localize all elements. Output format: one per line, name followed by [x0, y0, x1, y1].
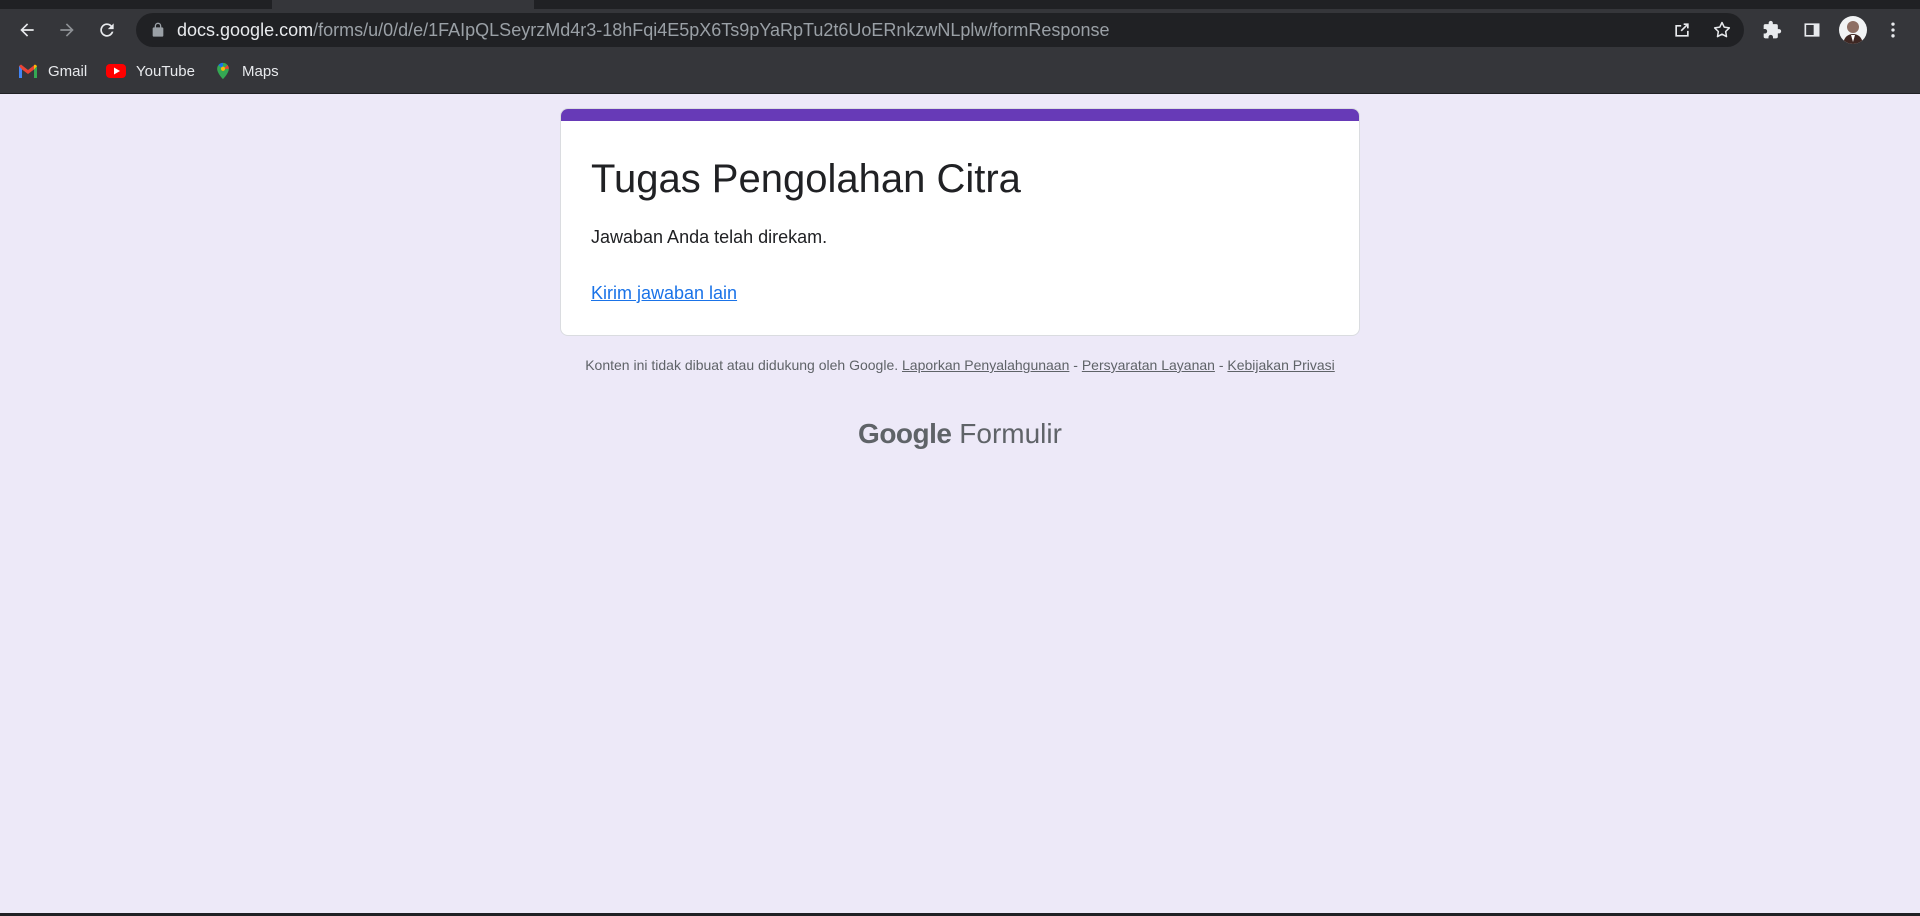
bookmark-star-icon[interactable]	[1712, 20, 1732, 40]
browser-chrome: docs.google.com/forms/u/0/d/e/1FAIpQLSey…	[0, 0, 1920, 94]
footer-separator: -	[1073, 357, 1078, 373]
puzzle-icon	[1763, 20, 1782, 39]
share-icon[interactable]	[1672, 20, 1692, 40]
bookmark-label: YouTube	[136, 62, 195, 80]
reload-icon	[100, 23, 114, 37]
form-title: Tugas Pengolahan Citra	[591, 157, 1021, 201]
maps-icon	[217, 62, 229, 80]
lock-icon	[152, 22, 164, 37]
privacy-link[interactable]: Kebijakan Privasi	[1227, 357, 1334, 373]
side-panel-icon	[1804, 23, 1820, 37]
profile-avatar[interactable]	[1839, 16, 1867, 44]
kebab-menu-icon	[1891, 22, 1895, 38]
address-bar[interactable]: docs.google.com/forms/u/0/d/e/1FAIpQLSey…	[136, 13, 1744, 47]
browser-toolbar: docs.google.com/forms/u/0/d/e/1FAIpQLSey…	[0, 9, 1920, 51]
gmail-icon	[19, 64, 37, 78]
bookmark-gmail[interactable]: Gmail	[18, 60, 87, 82]
side-panel-button[interactable]	[1800, 18, 1824, 42]
tab-strip	[0, 0, 1920, 9]
confirmation-message: Jawaban Anda telah direkam.	[591, 227, 828, 247]
report-abuse-link[interactable]: Laporkan Penyalahgunaan	[902, 357, 1069, 373]
bookmark-label: Gmail	[48, 62, 88, 80]
google-wordmark: Google	[858, 418, 952, 449]
extensions-button[interactable]	[1760, 18, 1784, 42]
google-forms-logo[interactable]: Google Formulir	[560, 418, 1360, 450]
browser-menu-button[interactable]	[1881, 18, 1905, 42]
bookmarks-bar: Gmail YouTube Maps	[0, 51, 1920, 91]
reload-button[interactable]	[93, 16, 121, 44]
url-path: /forms/u/0/d/e/1FAIpQLSeyrzMd4r3-18hFqi4…	[313, 20, 1110, 40]
disclaimer-text: Konten ini tidak dibuat atau didukung ol…	[585, 357, 899, 373]
forms-wordmark: Formulir	[959, 418, 1062, 449]
bookmark-youtube[interactable]: YouTube	[106, 60, 195, 82]
confirmation-card: Tugas Pengolahan Citra Jawaban Anda tela…	[560, 108, 1360, 336]
active-tab[interactable]	[272, 0, 534, 9]
terms-link[interactable]: Persyaratan Layanan	[1082, 357, 1215, 373]
chrome-divider	[0, 93, 1920, 94]
arrow-left-icon	[20, 23, 34, 37]
forward-button[interactable]	[53, 16, 81, 44]
back-button[interactable]	[13, 16, 41, 44]
arrow-right-icon	[60, 23, 74, 37]
bookmark-maps[interactable]: Maps	[214, 60, 279, 82]
bookmark-label: Maps	[242, 62, 279, 80]
url-text[interactable]: docs.google.com/forms/u/0/d/e/1FAIpQLSey…	[177, 13, 1109, 47]
url-host: docs.google.com	[177, 20, 314, 40]
submit-another-link[interactable]: Kirim jawaban lain	[591, 283, 737, 304]
form-accent-bar	[561, 109, 1359, 121]
youtube-icon	[106, 64, 126, 78]
footer-separator: -	[1218, 357, 1224, 373]
form-footer: Konten ini tidak dibuat atau didukung ol…	[560, 356, 1360, 374]
avatar-icon	[1843, 21, 1863, 44]
